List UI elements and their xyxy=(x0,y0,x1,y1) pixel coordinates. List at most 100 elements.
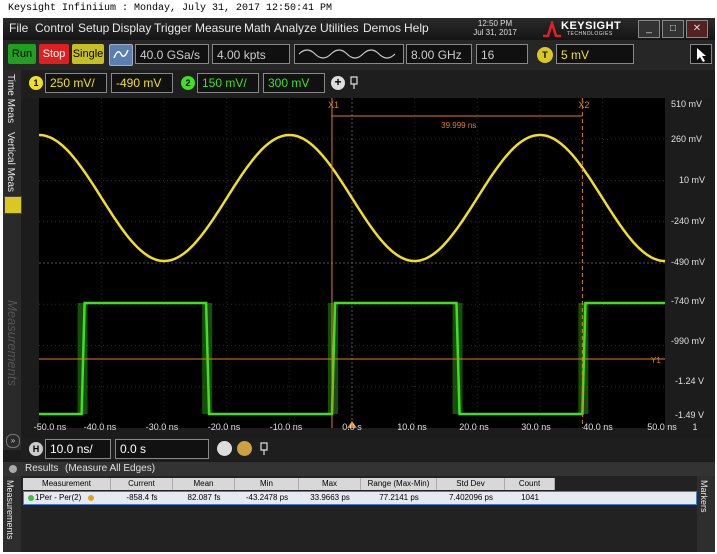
voltage-label: 260 mV xyxy=(671,134,703,144)
gear-icon[interactable] xyxy=(9,465,17,473)
menu-math[interactable]: Math xyxy=(244,21,271,35)
channel2-offset-field[interactable]: 300 mV xyxy=(263,73,325,93)
pin-icon[interactable] xyxy=(259,442,269,456)
waveform-display[interactable]: X1 X2 39.999 ns Y1 xyxy=(38,98,666,428)
menu-demos[interactable]: Demos xyxy=(363,21,401,35)
sine-wave-icon xyxy=(298,49,396,59)
time-label: -50.0 ns xyxy=(33,422,67,432)
clock-date: Jul 31, 2017 xyxy=(473,28,517,37)
bandwidth-filter-graphic[interactable] xyxy=(294,44,404,64)
horizontal-delay-field[interactable]: 0.0 s xyxy=(115,439,209,459)
voltage-label: -490 mV xyxy=(671,257,706,267)
bandwidth-field[interactable]: 8.00 GHz xyxy=(406,44,472,64)
measurements-watermark: Measurements xyxy=(5,300,20,386)
channel2-badge[interactable]: 2 xyxy=(181,76,195,90)
measurements-side-tab[interactable]: Measurements xyxy=(3,476,21,552)
results-subtitle: (Measure All Edges) xyxy=(65,463,156,474)
memory-depth-field[interactable]: 4.00 kpts xyxy=(212,44,290,64)
channel-bar: 1 250 mV/ -490 mV 2 150 mV/ 300 mV + xyxy=(21,70,715,98)
navigate-icon[interactable] xyxy=(237,441,252,456)
horizontal-scale-field[interactable]: 10.0 ns/ xyxy=(45,439,111,459)
tab-time-meas[interactable]: Time Meas xyxy=(5,74,16,123)
voltage-label: -1.24 V xyxy=(675,376,705,386)
clock: 12:50 PM Jul 31, 2017 xyxy=(455,19,535,37)
time-label: 0.0 s xyxy=(342,422,362,432)
oscilloscope-app: File Control Setup Display Trigger Measu… xyxy=(3,18,715,552)
time-label: 20.0 ns xyxy=(459,422,489,432)
channel1-offset-field[interactable]: -490 mV xyxy=(111,73,173,93)
channel1-scale-field[interactable]: 250 mV/ xyxy=(45,73,107,93)
voltage-label: -240 mV xyxy=(671,216,706,226)
col-header[interactable]: Std Dev xyxy=(437,478,505,490)
results-title: Results xyxy=(25,463,59,474)
menu-setup[interactable]: Setup xyxy=(78,21,109,35)
voltage-label: -1.49 V xyxy=(675,410,705,420)
cell-mean: 82.087 fs xyxy=(187,493,221,502)
marker-y1-label: Y1 xyxy=(651,356,661,365)
time-label: -10.0 ns xyxy=(269,422,303,432)
col-header[interactable]: Min xyxy=(235,478,299,490)
time-label: -20.0 ns xyxy=(207,422,241,432)
status-dot-icon xyxy=(88,495,94,501)
results-table: Measurement Current Mean Min Max Range (… xyxy=(21,476,697,552)
menu-help[interactable]: Help xyxy=(404,21,429,35)
menu-utilities[interactable]: Utilities xyxy=(320,21,359,35)
tab-vertical-meas[interactable]: Vertical Meas xyxy=(5,132,16,192)
trigger-marker-icon[interactable] xyxy=(4,196,22,214)
averages-field[interactable]: 16 xyxy=(476,44,528,64)
col-header[interactable]: Count xyxy=(505,478,555,490)
expand-chevron-icon[interactable]: » xyxy=(6,434,20,448)
voltage-label: 10 mV xyxy=(679,175,706,185)
trigger-level-field[interactable]: 5 mV xyxy=(556,44,634,64)
voltage-label: -740 mV xyxy=(671,296,706,306)
results-header: Results (Measure All Edges) xyxy=(3,462,715,476)
acquisition-toolbar: Run Stop Single 40.0 GSa/s 4.00 kpts 8.0… xyxy=(3,40,715,70)
minimize-button[interactable]: _ xyxy=(638,20,660,38)
col-header[interactable]: Mean xyxy=(173,478,235,490)
col-header[interactable]: Range (Max-Min) xyxy=(361,478,437,490)
cell-measurement: 1Per - Per(2) xyxy=(35,493,82,502)
trigger-badge[interactable]: T xyxy=(537,47,553,63)
auto-scale-button[interactable] xyxy=(109,44,133,66)
brand-sub: TECHNOLOGIES xyxy=(567,31,613,37)
col-header[interactable]: Max xyxy=(299,478,361,490)
measurements-tab-label: Measurements xyxy=(5,480,15,540)
time-label: -30.0 ns xyxy=(145,422,179,432)
marker-x2-label: X2 xyxy=(578,100,589,110)
single-button[interactable]: Single xyxy=(72,44,104,64)
pin-icon[interactable] xyxy=(349,76,359,90)
col-header[interactable]: Current xyxy=(111,478,173,490)
menu-file[interactable]: File xyxy=(9,21,28,35)
waveform-graticule: X1 X2 39.999 ns Y1 xyxy=(38,98,666,428)
sample-rate-field[interactable]: 40.0 GSa/s xyxy=(135,44,209,64)
channel2-scale-field[interactable]: 150 mV/ xyxy=(197,73,259,93)
markers-tab-label: Markers xyxy=(699,480,709,513)
cell-max: 33.9663 ps xyxy=(310,493,350,502)
cursor-arrow-icon xyxy=(697,48,706,62)
window-caption: Keysight Infiniium : Monday, July 31, 20… xyxy=(0,0,717,18)
channel2-dot-icon xyxy=(28,495,34,501)
run-button[interactable]: Run xyxy=(8,44,36,64)
menu-measure[interactable]: Measure xyxy=(195,21,242,35)
channel1-badge[interactable]: 1 xyxy=(29,76,43,90)
keysight-wave-icon xyxy=(543,21,561,37)
col-header[interactable]: Measurement xyxy=(23,478,111,490)
marker-x1-label: X1 xyxy=(328,100,339,110)
waveform-icon xyxy=(113,49,129,59)
add-channel-icon[interactable]: + xyxy=(331,76,345,90)
markers-side-tab[interactable]: Markers xyxy=(697,476,715,552)
side-tabs: Time Meas Vertical Meas Measurements » xyxy=(3,70,22,450)
menu-trigger[interactable]: Trigger xyxy=(154,21,192,35)
zoom-icon[interactable] xyxy=(217,441,232,456)
voltage-label: -990 mV xyxy=(671,336,706,346)
restore-button[interactable]: □ xyxy=(662,20,684,38)
time-label: -40.0 ns xyxy=(83,422,117,432)
menu-display[interactable]: Display xyxy=(112,21,151,35)
time-label: 50.0 ns xyxy=(647,422,677,432)
stop-button[interactable]: Stop xyxy=(39,44,69,64)
horizontal-badge[interactable]: H xyxy=(29,442,43,456)
menu-analyze[interactable]: Analyze xyxy=(274,21,317,35)
close-button[interactable]: ✕ xyxy=(686,20,708,38)
touch-select-button[interactable] xyxy=(690,44,712,64)
menu-control[interactable]: Control xyxy=(35,21,74,35)
